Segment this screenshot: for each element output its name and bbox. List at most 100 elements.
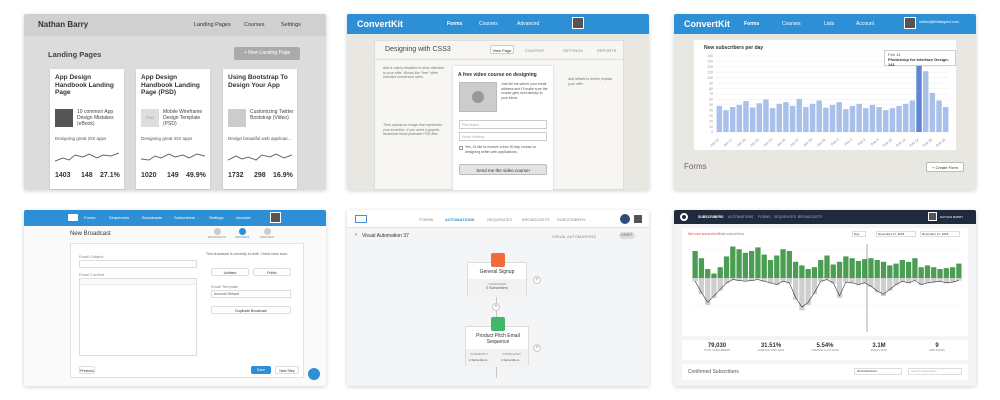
end-date-input[interactable]: December 17, 2018 xyxy=(920,231,960,237)
annotation-image: Then upload an image that represents you… xyxy=(383,123,443,136)
nav-broadcasts[interactable]: BROADCASTS xyxy=(522,217,550,222)
y-tick-label: 80 xyxy=(709,87,713,91)
back-icon[interactable]: ‹ xyxy=(355,232,357,238)
tab-total[interactable]: Total subscribers xyxy=(718,232,744,236)
nav-advanced[interactable]: Advanced xyxy=(517,21,539,27)
nav-courses[interactable]: Courses xyxy=(782,21,801,27)
new-landing-page-button[interactable]: + New Landing Page xyxy=(234,47,300,60)
nav-account[interactable]: Account xyxy=(236,215,250,220)
add-step-button[interactable]: + xyxy=(492,303,500,311)
nav-forms[interactable]: Forms xyxy=(744,21,759,27)
navbar: SUBSCRIBERS AUTOMATIONS FORMS SEQUENCES … xyxy=(674,210,976,224)
help-icon[interactable] xyxy=(620,214,630,224)
breadcrumb-automations[interactable]: VISUAL AUTOMATIONS xyxy=(552,234,596,239)
promo-image xyxy=(459,82,497,112)
nav-subscribers[interactable]: Subscribers xyxy=(174,215,195,220)
tab-net-new[interactable]: Net new subscribers xyxy=(688,232,720,236)
signups-count: 149 xyxy=(167,172,179,179)
conversion-rate: 16.9% xyxy=(273,172,293,179)
nav-subscribers[interactable]: SUBSCRIBERS xyxy=(557,217,586,222)
bar xyxy=(796,98,802,132)
x-tick-label: Feb 2 xyxy=(830,138,839,147)
search-input[interactable]: Search subscribers xyxy=(908,368,962,375)
zoom-select[interactable]: Day xyxy=(852,231,866,237)
avatar[interactable] xyxy=(633,214,643,224)
tab-content[interactable]: CONTENT xyxy=(525,48,544,53)
growth-bar xyxy=(905,261,912,278)
add-step-button[interactable]: + xyxy=(533,344,541,352)
submit-button[interactable]: Send me the video course! xyxy=(459,164,547,175)
step-preview[interactable]: PREVIEW xyxy=(256,228,278,239)
avatar[interactable] xyxy=(904,17,916,29)
brand-logo: ConvertKit xyxy=(684,19,731,29)
first-name-field[interactable]: First Name xyxy=(459,120,547,129)
save-button[interactable]: Save xyxy=(251,366,271,374)
help-icon[interactable] xyxy=(308,368,320,380)
nav-forms[interactable]: Forms xyxy=(84,215,95,220)
mail-logo-icon xyxy=(68,214,78,221)
next-step-button[interactable]: Next Step xyxy=(275,366,299,374)
sequence-node[interactable]: Product Pitch Email Sequence CURRENTLY C… xyxy=(465,317,529,367)
trigger-node[interactable]: General Signup COMPLETED 0 Subscribers xyxy=(467,253,527,297)
duplicate-button[interactable]: Duplicate Broadcast xyxy=(211,306,291,314)
nav-settings[interactable]: Settings xyxy=(209,215,223,220)
nav-landing-pages[interactable]: Landing Pages xyxy=(194,22,231,28)
avatar[interactable] xyxy=(928,212,937,221)
nav-account[interactable]: Account xyxy=(856,21,874,27)
avatar[interactable] xyxy=(572,17,584,29)
start-date-input[interactable]: November 17, 2018 xyxy=(876,231,916,237)
nav-automations[interactable]: AUTOMATIONS xyxy=(728,215,753,219)
stat-click-rate: 5.54% AVERAGE CLICK RATE xyxy=(811,343,839,352)
editor-toolbar[interactable] xyxy=(80,279,196,285)
public-option[interactable]: Public xyxy=(253,268,291,276)
tab-reports[interactable]: REPORTS xyxy=(597,48,616,53)
step-recipients[interactable]: RECIPIENTS xyxy=(206,228,228,239)
signups-count: 148 xyxy=(81,172,93,179)
nav-courses[interactable]: Courses xyxy=(244,22,264,28)
step-content[interactable]: CONTENT xyxy=(231,228,253,239)
filter-select[interactable]: All Subscribers xyxy=(854,368,902,375)
x-tick-label: Feb 8 xyxy=(870,138,879,147)
add-step-button[interactable]: + xyxy=(533,276,541,284)
avatar[interactable] xyxy=(270,212,281,223)
nav-broadcasts[interactable]: Broadcasts xyxy=(142,215,162,220)
growth-bar xyxy=(918,267,924,278)
content-editor[interactable] xyxy=(79,278,197,356)
nav-subscribers[interactable]: SUBSCRIBERS xyxy=(698,215,723,219)
card-caption: Designing great iOS apps xyxy=(141,136,193,141)
unlisted-option[interactable]: Unlisted xyxy=(211,268,249,276)
growth-bar xyxy=(799,265,805,278)
nav-sequences[interactable]: Sequences xyxy=(109,215,129,220)
nav-automations[interactable]: AUTOMATIONS xyxy=(445,217,474,222)
node-count-current: 0 Subscribers xyxy=(469,358,488,362)
growth-bar xyxy=(811,267,818,278)
template-select[interactable]: Account Default xyxy=(211,290,291,298)
unsubscribe-bar xyxy=(705,278,711,305)
create-form-button[interactable]: + Create Form xyxy=(926,162,964,172)
previous-button[interactable]: Previous xyxy=(79,366,95,374)
nav-sequences[interactable]: SEQUENCES xyxy=(774,215,796,219)
content-label: Email Content xyxy=(79,272,105,277)
landing-page-card[interactable]: Using Bootstrap To Design Your App Custo… xyxy=(223,69,297,189)
node-title: Product Pitch Email Sequence xyxy=(476,333,520,345)
nav-forms[interactable]: FORMS xyxy=(758,215,771,219)
email-field[interactable]: Email Address xyxy=(459,132,547,141)
view-page-button[interactable]: View Page xyxy=(490,45,514,54)
nav-sequences[interactable]: SEQUENCES xyxy=(487,217,512,222)
nav-lists[interactable]: Lists xyxy=(824,21,834,27)
unsubscribe-bar xyxy=(956,278,962,281)
visual-automation-screenshot: FORMS AUTOMATIONS SEQUENCES BROADCASTS S… xyxy=(347,210,649,386)
subject-input[interactable] xyxy=(79,260,197,268)
opt-in-checkbox[interactable] xyxy=(459,146,463,150)
draft-toggle[interactable]: DRAFT xyxy=(619,232,635,239)
stats-row: 79,030 TOTAL SUBSCRIBERS 31.51% AVERAGE … xyxy=(682,340,968,360)
x-tick-label: Feb 10 xyxy=(882,138,893,148)
landing-page-card[interactable]: App Design Handbook Landing Page (PSD) P… xyxy=(136,69,210,189)
nav-forms[interactable]: Forms xyxy=(447,21,462,27)
nav-broadcasts[interactable]: BROADCASTS xyxy=(798,215,822,219)
landing-page-card[interactable]: App Design Handbook Landing Page 10 comm… xyxy=(50,69,124,189)
nav-courses[interactable]: Courses xyxy=(479,21,498,27)
tab-settings[interactable]: SETTINGS xyxy=(563,48,583,53)
nav-forms[interactable]: FORMS xyxy=(419,217,433,222)
nav-settings[interactable]: Settings xyxy=(281,22,301,28)
